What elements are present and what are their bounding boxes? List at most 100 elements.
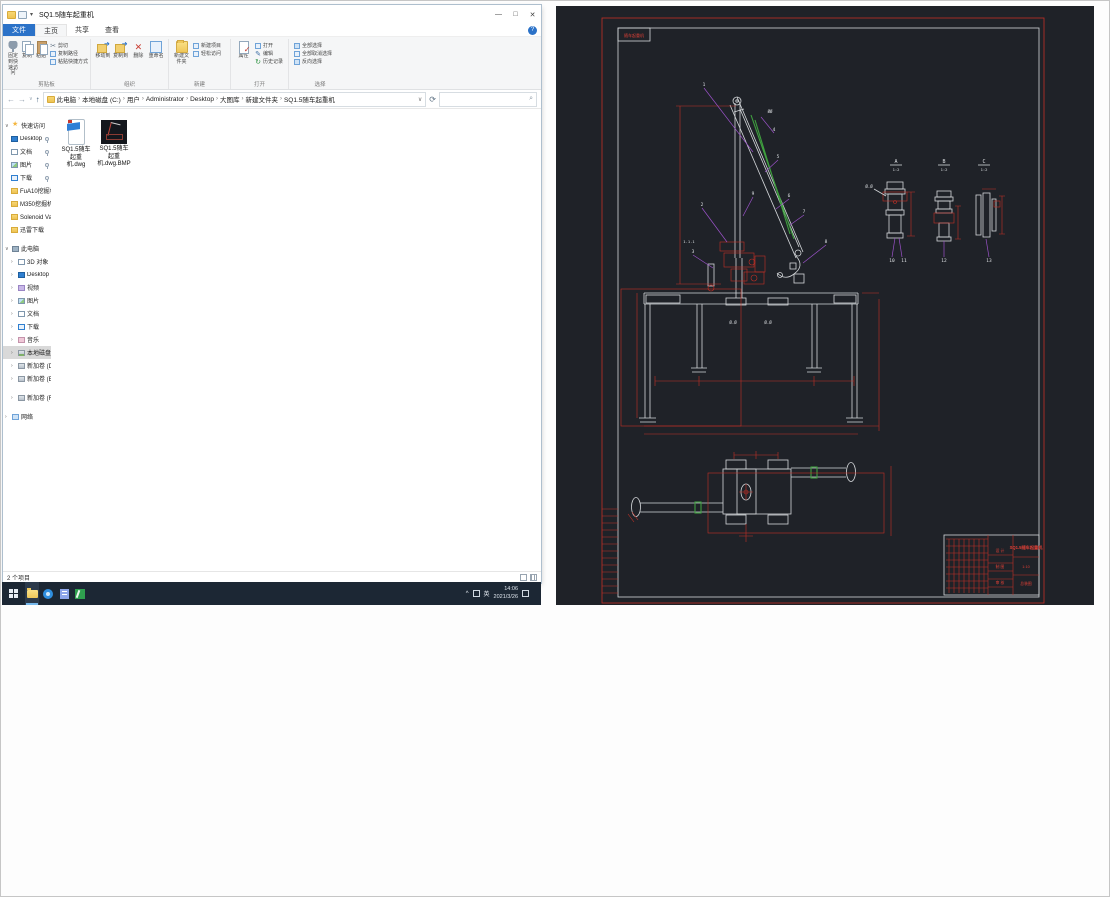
taskbar-app-doc-button[interactable]: [57, 582, 71, 605]
svg-text:1:2: 1:2: [981, 167, 988, 172]
pin-quick-access-button[interactable]: 固定到快速访问: [7, 40, 19, 77]
paste-shortcut-icon: [50, 58, 56, 65]
sidebar-item-pc-downloads[interactable]: › 下载: [3, 320, 51, 333]
select-all-button[interactable]: 全部选择: [294, 42, 332, 49]
sidebar-item-videos[interactable]: › 视频: [3, 281, 51, 294]
maximize-button[interactable]: □: [507, 5, 524, 24]
easy-access-button[interactable]: 轻松访问: [193, 50, 221, 57]
sidebar-section-this-pc[interactable]: ∨ 此电脑: [3, 242, 51, 255]
crumb-administrator[interactable]: Administrator: [146, 96, 184, 103]
large-icons-view-icon[interactable]: [530, 574, 537, 581]
rename-button[interactable]: 重命名: [148, 40, 164, 60]
minimize-button[interactable]: —: [490, 5, 507, 24]
sidebar-item-folder-fua10[interactable]: FuA10挖掘机资料: [3, 184, 51, 197]
copy-path-icon: [50, 50, 56, 57]
sidebar-item-pc-desktop[interactable]: › Desktop: [3, 268, 51, 281]
move-to-button[interactable]: 移动到: [95, 40, 111, 60]
history-button[interactable]: ↻ 历史记录: [255, 58, 283, 66]
crumb-this-pc[interactable]: 此电脑: [57, 94, 77, 104]
sidebar-item-3d-objects[interactable]: › 3D 对象: [3, 255, 51, 268]
invert-selection-icon: [294, 58, 300, 65]
new-item-button[interactable]: 新建项目: [193, 42, 221, 49]
qat-properties-icon[interactable]: [18, 10, 27, 19]
file-item-dwg[interactable]: SQ1.5随车起重 机.dwg: [59, 119, 93, 170]
properties-button[interactable]: 属性: [235, 40, 252, 60]
close-button[interactable]: ✕: [524, 5, 541, 24]
language-indicator[interactable]: 英: [484, 589, 490, 598]
search-input[interactable]: ⌕: [439, 91, 537, 107]
copy-button[interactable]: 复制: [21, 40, 34, 60]
sidebar-section-quick-access[interactable]: ∨ 快速访问: [3, 119, 51, 132]
address-dropdown-icon[interactable]: ∨: [418, 96, 422, 103]
clock[interactable]: 14:06 2021/3/26: [494, 586, 518, 600]
quick-access-toolbar[interactable]: ▾: [7, 10, 33, 19]
sidebar-item-volume-e[interactable]: ›新加卷 (E:): [3, 372, 51, 385]
title-bar[interactable]: ▾ SQ1.5随车起重机 — □ ✕: [3, 5, 541, 24]
system-tray: ^ 英 14:06 2021/3/26: [466, 586, 541, 600]
crumb-c-drive[interactable]: 本地磁盘 (C:): [82, 94, 121, 104]
taskbar-app-blue-button[interactable]: [41, 582, 55, 605]
sidebar-item-pictures[interactable]: 图片: [3, 158, 51, 171]
sidebar-item-volume-f[interactable]: ›新加卷 (F:): [3, 391, 51, 404]
sidebar-item-local-disk-c[interactable]: ›本地磁盘 (C:): [3, 346, 51, 359]
sidebar-item-pc-documents[interactable]: › 文档: [3, 307, 51, 320]
sidebar-item-folder-download[interactable]: 迅雷下载: [3, 223, 51, 236]
tray-chevron-icon[interactable]: ^: [466, 591, 469, 597]
select-none-button[interactable]: 全部取消选择: [294, 50, 332, 57]
taskbar-app-green-button[interactable]: [73, 582, 87, 605]
file-list[interactable]: SQ1.5随车起重 机.dwg SQ1.5随车起重 机.dwg.BMP: [51, 109, 541, 571]
tab-view[interactable]: 查看: [97, 24, 127, 36]
tray-app-icon[interactable]: [472, 590, 480, 597]
edit-button[interactable]: ✎ 编辑: [255, 50, 283, 58]
sidebar-item-desktop[interactable]: Desktop: [3, 132, 51, 145]
details-view-icon[interactable]: [520, 574, 527, 581]
open-button[interactable]: 打开: [255, 42, 283, 49]
sidebar-item-volume-d[interactable]: ›新加卷 (D:): [3, 359, 51, 372]
sidebar-section-network[interactable]: › 网络: [3, 410, 51, 423]
sidebar-item-downloads[interactable]: 下载: [3, 171, 51, 184]
crumb-current-folder[interactable]: SQ1.5随车起重机: [284, 94, 335, 104]
invert-selection-button[interactable]: 反向选择: [294, 58, 332, 65]
sidebar-item-pc-pictures[interactable]: › 图片: [3, 294, 51, 307]
crumb-desktop[interactable]: Desktop: [190, 96, 214, 103]
title-block: 设 计 制 图 审 核 SQ1.5随车起重机 1:10 总装图: [943, 534, 1043, 596]
qat-dropdown-icon[interactable]: ▾: [30, 11, 33, 18]
expand-icon[interactable]: ∨: [5, 246, 10, 252]
notification-icon[interactable]: [522, 590, 529, 597]
move-to-icon: [96, 41, 110, 53]
paste-button[interactable]: 粘贴: [35, 40, 48, 60]
file-item-bmp[interactable]: SQ1.5随车起重 机.dwg.BMP: [97, 119, 131, 169]
taskbar-explorer-button[interactable]: [25, 582, 39, 605]
cut-button[interactable]: ✂ 剪切: [50, 42, 88, 50]
help-icon[interactable]: ?: [528, 25, 537, 35]
sidebar-item-folder-solenoid[interactable]: Solenoid Valve阀: [3, 210, 51, 223]
copy-path-button[interactable]: 复制路径: [50, 50, 88, 57]
expand-icon[interactable]: ∨: [5, 123, 10, 129]
cad-drawing-preview: 随车起重机 1 2 3 4 5 6 7 8 9 ØØ 1.1.1 Ø.Ø Ø.Ø…: [556, 6, 1094, 605]
new-folder-button[interactable]: 新建文件夹: [173, 40, 190, 66]
copy-to-button[interactable]: 复制到: [113, 40, 129, 60]
start-button[interactable]: [2, 582, 24, 605]
delete-button[interactable]: ✕ 删除: [131, 40, 147, 60]
paste-icon: [35, 41, 48, 55]
sidebar-item-folder-m350[interactable]: M350挖掘机资料: [3, 197, 51, 210]
recent-dropdown-icon[interactable]: ∨: [29, 96, 33, 102]
back-button[interactable]: ←: [7, 95, 15, 104]
crumb-users[interactable]: 用户: [127, 94, 140, 104]
crumb-library[interactable]: 大图库: [220, 94, 240, 104]
breadcrumb[interactable]: 此电脑 › 本地磁盘 (C:) › 用户 › Administrator › D…: [42, 91, 427, 107]
svg-text:C: C: [982, 159, 985, 165]
paste-shortcut-button[interactable]: 粘贴快捷方式: [50, 58, 88, 65]
tab-share[interactable]: 共享: [67, 24, 97, 36]
sidebar-item-music[interactable]: › 音乐: [3, 333, 51, 346]
sidebar-item-documents[interactable]: 文档: [3, 145, 51, 158]
tab-home[interactable]: 主页: [35, 24, 67, 36]
tab-file[interactable]: 文件: [3, 24, 35, 36]
forward-button[interactable]: →: [18, 95, 26, 104]
up-button[interactable]: ↑: [36, 95, 40, 104]
crumb-new-folder[interactable]: 新建文件夹: [245, 94, 278, 104]
refresh-icon[interactable]: ⟳: [429, 95, 436, 104]
phi-a-label: Ø.Ø: [729, 320, 737, 325]
item-count: 2 个项目: [7, 576, 31, 582]
phi-b-label: Ø.Ø: [764, 320, 772, 325]
